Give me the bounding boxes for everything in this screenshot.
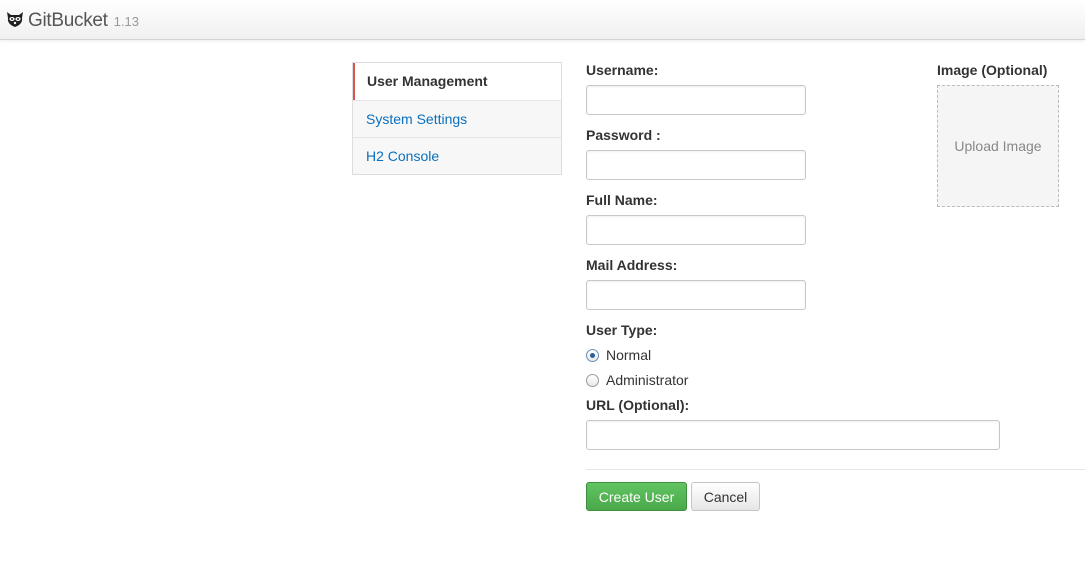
username-label: Username: (586, 62, 659, 78)
url-label: URL (Optional): (586, 397, 690, 413)
mail-address-input[interactable] (586, 280, 806, 310)
password-label: Password : (586, 127, 661, 143)
top-navbar: GitBucket 1.13 (0, 0, 1085, 40)
radio-normal[interactable] (586, 348, 599, 362)
user-type-normal-option[interactable]: Normal (586, 347, 651, 363)
image-label: Image (Optional) (937, 62, 1048, 78)
mail-address-label: Mail Address: (586, 257, 678, 273)
sidebar-item-user-management[interactable]: User Management (353, 63, 561, 100)
user-type-label: User Type: (586, 322, 658, 338)
create-user-button[interactable]: Create User (586, 482, 687, 511)
raccoon-logo-icon (7, 12, 23, 27)
cancel-button[interactable]: Cancel (691, 482, 760, 511)
brand-name: GitBucket (28, 10, 108, 31)
full-name-input[interactable] (586, 215, 806, 245)
password-input[interactable] (586, 150, 806, 180)
radio-normal-label: Normal (606, 347, 652, 363)
form-divider (586, 469, 1085, 470)
user-type-administrator-option[interactable]: Administrator (586, 372, 688, 388)
upload-image-dropzone[interactable]: Upload Image (937, 85, 1059, 207)
sidebar-item-system-settings[interactable]: System Settings (353, 100, 561, 137)
radio-administrator-label: Administrator (606, 372, 689, 388)
username-input[interactable] (586, 85, 806, 115)
url-input[interactable] (586, 420, 1000, 450)
radio-administrator[interactable] (586, 373, 599, 387)
brand-link[interactable]: GitBucket 1.13 (5, 6, 139, 32)
full-name-label: Full Name: (586, 192, 658, 208)
sidebar-item-h2-console[interactable]: H2 Console (353, 137, 561, 174)
admin-sidebar: User Management System Settings H2 Conso… (352, 62, 562, 175)
upload-image-label: Upload Image (954, 138, 1042, 154)
version-label: 1.13 (113, 14, 139, 29)
